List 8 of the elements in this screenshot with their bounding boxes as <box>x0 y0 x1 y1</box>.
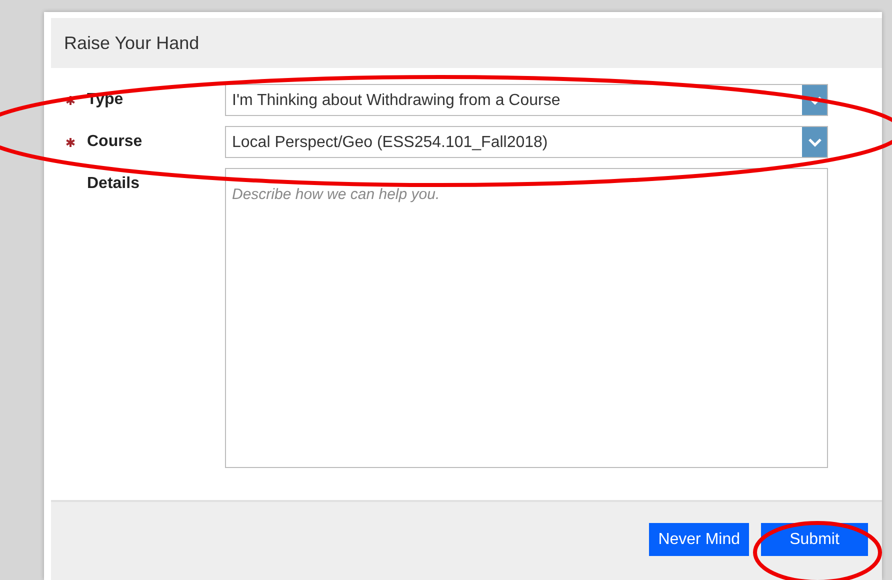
dialog-title: Raise Your Hand <box>64 32 200 54</box>
cancel-button[interactable]: Never Mind <box>649 523 749 556</box>
dropdown-field[interactable]: I'm Thinking about Withdrawing from a Course <box>225 84 828 116</box>
dropdown-field[interactable]: Local Perspect/Geo (ESS254.101_Fall2018) <box>225 126 828 158</box>
details-field[interactable]: Describe how we can help you. <box>225 168 828 468</box>
field-label: Course <box>87 132 142 152</box>
field-label: Details <box>87 174 140 194</box>
chevron-down-icon <box>808 138 822 146</box>
